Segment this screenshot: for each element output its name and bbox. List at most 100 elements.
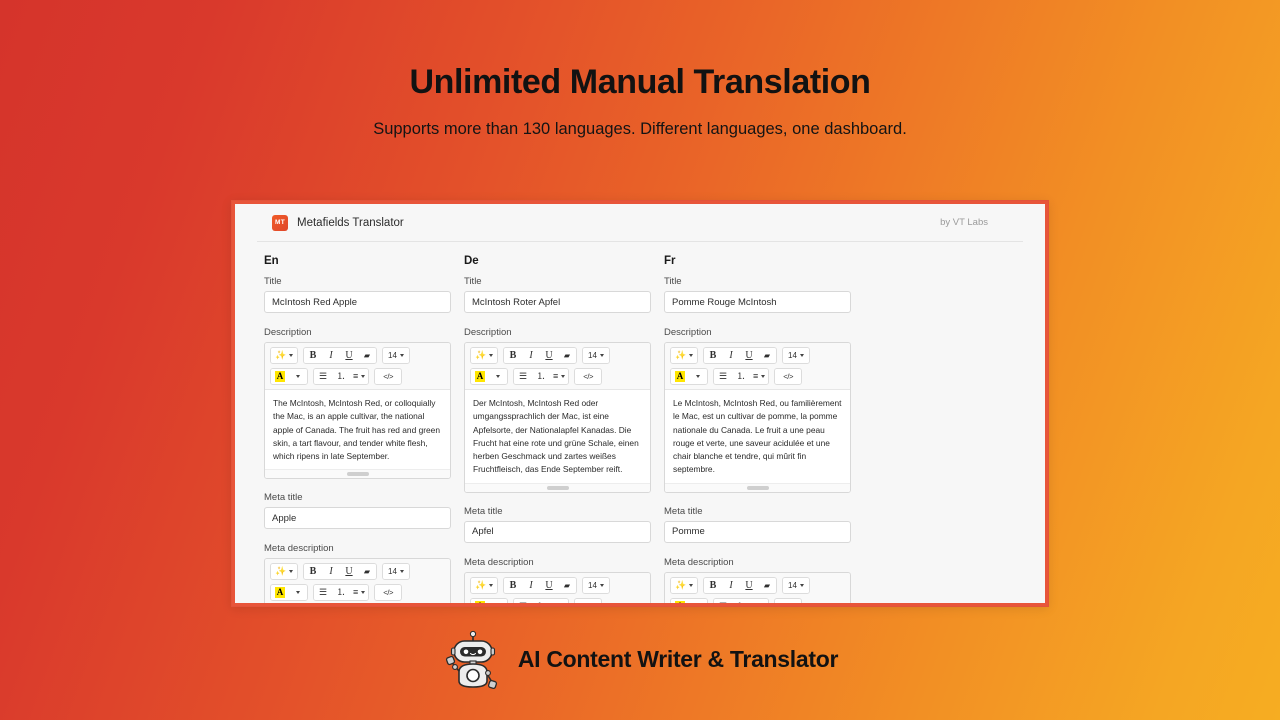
- meta-toolbar-group-format[interactable]: B I U ▰: [503, 576, 577, 594]
- toolbar-group-fontsize[interactable]: 14: [782, 347, 810, 364]
- title-input[interactable]: Pomme Rouge McIntosh: [664, 291, 851, 313]
- text-color-caret[interactable]: [289, 369, 307, 384]
- font-size-select[interactable]: 14: [583, 577, 609, 593]
- numbered-list-icon[interactable]: ⒈: [332, 369, 350, 384]
- bullet-list-icon[interactable]: ☰: [714, 598, 732, 603]
- code-view-icon[interactable]: </>: [375, 369, 402, 384]
- description-text-area[interactable]: Le McIntosh, McIntosh Red, ou familièrem…: [665, 389, 850, 483]
- meta-toolbar-group-fontsize[interactable]: 14: [582, 576, 610, 594]
- meta-description-editor[interactable]: ✨ B I U ▰ 14: [464, 571, 651, 603]
- text-color-caret[interactable]: [289, 585, 307, 601]
- toolbar-group-highlight[interactable]: A: [470, 368, 508, 385]
- toolbar-group-wand[interactable]: ✨: [270, 347, 298, 364]
- text-color-caret[interactable]: [489, 369, 507, 384]
- meta-toolbar-group-code[interactable]: </>: [374, 584, 403, 602]
- meta-toolbar-group-highlight[interactable]: A: [270, 584, 308, 602]
- bold-icon[interactable]: B: [704, 348, 722, 363]
- toolbar-group-format[interactable]: B I U ▰: [303, 347, 377, 364]
- description-editor[interactable]: ✨ B I U ▰ 14: [664, 342, 851, 493]
- bold-icon[interactable]: B: [504, 348, 522, 363]
- underline-icon[interactable]: U: [540, 348, 558, 363]
- toolbar-group-code[interactable]: </>: [374, 368, 403, 385]
- toolbar-group-code[interactable]: </>: [774, 368, 803, 385]
- clear-formatting-icon[interactable]: ▰: [358, 348, 376, 363]
- text-color-icon[interactable]: A: [471, 369, 489, 384]
- italic-icon[interactable]: I: [522, 577, 540, 593]
- bold-icon[interactable]: B: [304, 348, 322, 363]
- underline-icon[interactable]: U: [340, 348, 358, 363]
- code-view-icon[interactable]: </>: [575, 369, 602, 384]
- meta-toolbar-group-highlight[interactable]: A: [670, 597, 708, 603]
- clear-formatting-icon[interactable]: ▰: [758, 577, 776, 593]
- bullet-list-icon[interactable]: ☰: [514, 369, 532, 384]
- toolbar-group-fontsize[interactable]: 14: [382, 347, 410, 364]
- numbered-list-icon[interactable]: ⒈: [532, 598, 550, 603]
- description-text-area[interactable]: The McIntosh, McIntosh Red, or colloquia…: [265, 389, 450, 470]
- magic-wand-icon[interactable]: ✨: [471, 348, 497, 363]
- toolbar-group-lists[interactable]: ☰ ⒈ ≡: [713, 368, 770, 385]
- clear-formatting-icon[interactable]: ▰: [758, 348, 776, 363]
- meta-toolbar-group-wand[interactable]: ✨: [270, 563, 298, 581]
- meta-toolbar-group-format[interactable]: B I U ▰: [303, 563, 377, 581]
- bold-icon[interactable]: B: [704, 577, 722, 593]
- italic-icon[interactable]: I: [522, 348, 540, 363]
- meta-toolbar-group-lists[interactable]: ☰ ⒈ ≡: [713, 597, 770, 603]
- bullet-list-icon[interactable]: ☰: [514, 598, 532, 603]
- numbered-list-icon[interactable]: ⒈: [732, 598, 750, 603]
- align-icon[interactable]: ≡: [750, 369, 769, 384]
- font-size-select[interactable]: 14: [783, 348, 809, 363]
- meta-description-editor[interactable]: ✨ B I U ▰ 14: [264, 558, 451, 603]
- text-color-icon[interactable]: A: [671, 598, 689, 603]
- meta-toolbar-group-wand[interactable]: ✨: [670, 576, 698, 594]
- align-icon[interactable]: ≡: [750, 598, 769, 603]
- toolbar-group-fontsize[interactable]: 14: [582, 347, 610, 364]
- align-icon[interactable]: ≡: [550, 369, 569, 384]
- title-input[interactable]: McIntosh Red Apple: [264, 291, 451, 313]
- meta-toolbar-group-code[interactable]: </>: [574, 597, 603, 603]
- code-view-icon[interactable]: </>: [775, 598, 802, 603]
- toolbar-group-highlight[interactable]: A: [270, 368, 308, 385]
- magic-wand-icon[interactable]: ✨: [671, 577, 697, 593]
- code-view-icon[interactable]: </>: [775, 369, 802, 384]
- align-icon[interactable]: ≡: [350, 585, 369, 601]
- meta-toolbar-group-fontsize[interactable]: 14: [382, 563, 410, 581]
- align-icon[interactable]: ≡: [350, 369, 369, 384]
- meta-toolbar-group-fontsize[interactable]: 14: [782, 576, 810, 594]
- bold-icon[interactable]: B: [304, 564, 322, 580]
- meta-toolbar-group-format[interactable]: B I U ▰: [703, 576, 777, 594]
- meta-toolbar-group-lists[interactable]: ☰ ⒈ ≡: [513, 597, 570, 603]
- code-view-icon[interactable]: </>: [575, 598, 602, 603]
- italic-icon[interactable]: I: [322, 564, 340, 580]
- underline-icon[interactable]: U: [740, 348, 758, 363]
- meta-toolbar-group-wand[interactable]: ✨: [470, 576, 498, 594]
- toolbar-group-format[interactable]: B I U ▰: [703, 347, 777, 364]
- align-icon[interactable]: ≡: [550, 598, 569, 603]
- numbered-list-icon[interactable]: ⒈: [532, 369, 550, 384]
- clear-formatting-icon[interactable]: ▰: [358, 564, 376, 580]
- description-editor[interactable]: ✨ B I U ▰ 14: [464, 342, 651, 493]
- description-text-area[interactable]: Der McIntosh, McIntosh Red oder umgangss…: [465, 389, 650, 483]
- toolbar-group-wand[interactable]: ✨: [670, 347, 698, 364]
- editor-horizontal-scrollbar[interactable]: [465, 482, 650, 492]
- font-size-select[interactable]: 14: [783, 577, 809, 593]
- bold-icon[interactable]: B: [504, 577, 522, 593]
- italic-icon[interactable]: I: [322, 348, 340, 363]
- title-input[interactable]: McIntosh Roter Apfel: [464, 291, 651, 313]
- meta-title-input[interactable]: Pomme: [664, 520, 851, 543]
- meta-description-editor[interactable]: ✨ B I U ▰ 14: [664, 571, 851, 603]
- toolbar-group-highlight[interactable]: A: [670, 368, 708, 385]
- meta-toolbar-group-code[interactable]: </>: [774, 597, 803, 603]
- underline-icon[interactable]: U: [340, 564, 358, 580]
- numbered-list-icon[interactable]: ⒈: [332, 585, 350, 601]
- underline-icon[interactable]: U: [540, 577, 558, 593]
- text-color-icon[interactable]: A: [271, 585, 289, 601]
- bullet-list-icon[interactable]: ☰: [314, 585, 332, 601]
- toolbar-group-lists[interactable]: ☰ ⒈ ≡: [513, 368, 570, 385]
- numbered-list-icon[interactable]: ⒈: [732, 369, 750, 384]
- clear-formatting-icon[interactable]: ▰: [558, 577, 576, 593]
- clear-formatting-icon[interactable]: ▰: [558, 348, 576, 363]
- toolbar-group-wand[interactable]: ✨: [470, 347, 498, 364]
- text-color-caret[interactable]: [689, 598, 707, 603]
- toolbar-group-code[interactable]: </>: [574, 368, 603, 385]
- text-color-caret[interactable]: [489, 598, 507, 603]
